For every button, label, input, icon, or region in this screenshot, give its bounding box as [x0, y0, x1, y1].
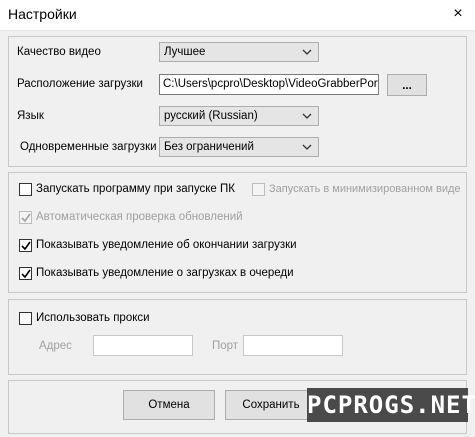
- download-location-label: Расположение загрузки: [17, 78, 143, 90]
- video-quality-label: Качество видео: [17, 46, 101, 58]
- start-minimized-label: Запускать в минимизированном виде: [269, 183, 461, 195]
- chevron-down-icon: [302, 113, 312, 119]
- use-proxy-checkbox[interactable]: [19, 312, 32, 325]
- concurrent-downloads-select[interactable]: Без ограничений: [159, 137, 319, 157]
- proxy-port-input[interactable]: [243, 335, 343, 356]
- language-select[interactable]: русский (Russian): [159, 106, 319, 126]
- checkmark-icon: [21, 269, 31, 279]
- download-location-field[interactable]: C:\Users\pcpro\Desktop\VideoGrabberPorta…: [159, 74, 379, 95]
- concurrent-downloads-label: Одновременные загрузки: [20, 141, 157, 153]
- checkmark-icon: [21, 213, 31, 223]
- launch-at-startup-label: Запускать программу при запуске ПК: [36, 183, 235, 195]
- notify-finished-label: Показывать уведомление об окончании загр…: [36, 239, 297, 251]
- video-quality-value: Лучшее: [164, 46, 206, 58]
- proxy-address-label: Адрес: [39, 340, 72, 352]
- save-button[interactable]: Сохранить: [225, 390, 317, 420]
- auto-update-label: Автоматическая проверка обновлений: [36, 211, 243, 223]
- notify-finished-checkbox[interactable]: [19, 239, 32, 252]
- window-title: Настройки: [8, 6, 77, 22]
- download-location-value: C:\Users\pcpro\Desktop\VideoGrabberPorta…: [163, 78, 379, 90]
- watermark-logo: PCPROGS.NET: [307, 388, 475, 422]
- checkmark-icon: [21, 241, 31, 251]
- cancel-button[interactable]: Отмена: [123, 390, 215, 420]
- proxy-address-input[interactable]: [93, 335, 193, 356]
- concurrent-downloads-value: Без ограничений: [164, 141, 254, 153]
- notify-queued-label: Показывать уведомление о загрузках в оче…: [36, 267, 294, 279]
- close-icon[interactable]: ×: [446, 3, 470, 25]
- notify-queued-checkbox[interactable]: [19, 267, 32, 280]
- use-proxy-label: Использовать прокси: [36, 312, 150, 324]
- start-minimized-checkbox[interactable]: [252, 183, 265, 196]
- chevron-down-icon: [302, 144, 312, 150]
- browse-button[interactable]: ...: [387, 74, 427, 96]
- proxy-panel: [8, 299, 467, 375]
- auto-update-checkbox[interactable]: [19, 211, 32, 224]
- video-quality-select[interactable]: Лучшее: [159, 42, 319, 62]
- language-value: русский (Russian): [164, 110, 258, 122]
- chevron-down-icon: [302, 49, 312, 55]
- proxy-port-label: Порт: [212, 340, 239, 352]
- language-label: Язык: [17, 110, 44, 122]
- launch-at-startup-checkbox[interactable]: [19, 183, 32, 196]
